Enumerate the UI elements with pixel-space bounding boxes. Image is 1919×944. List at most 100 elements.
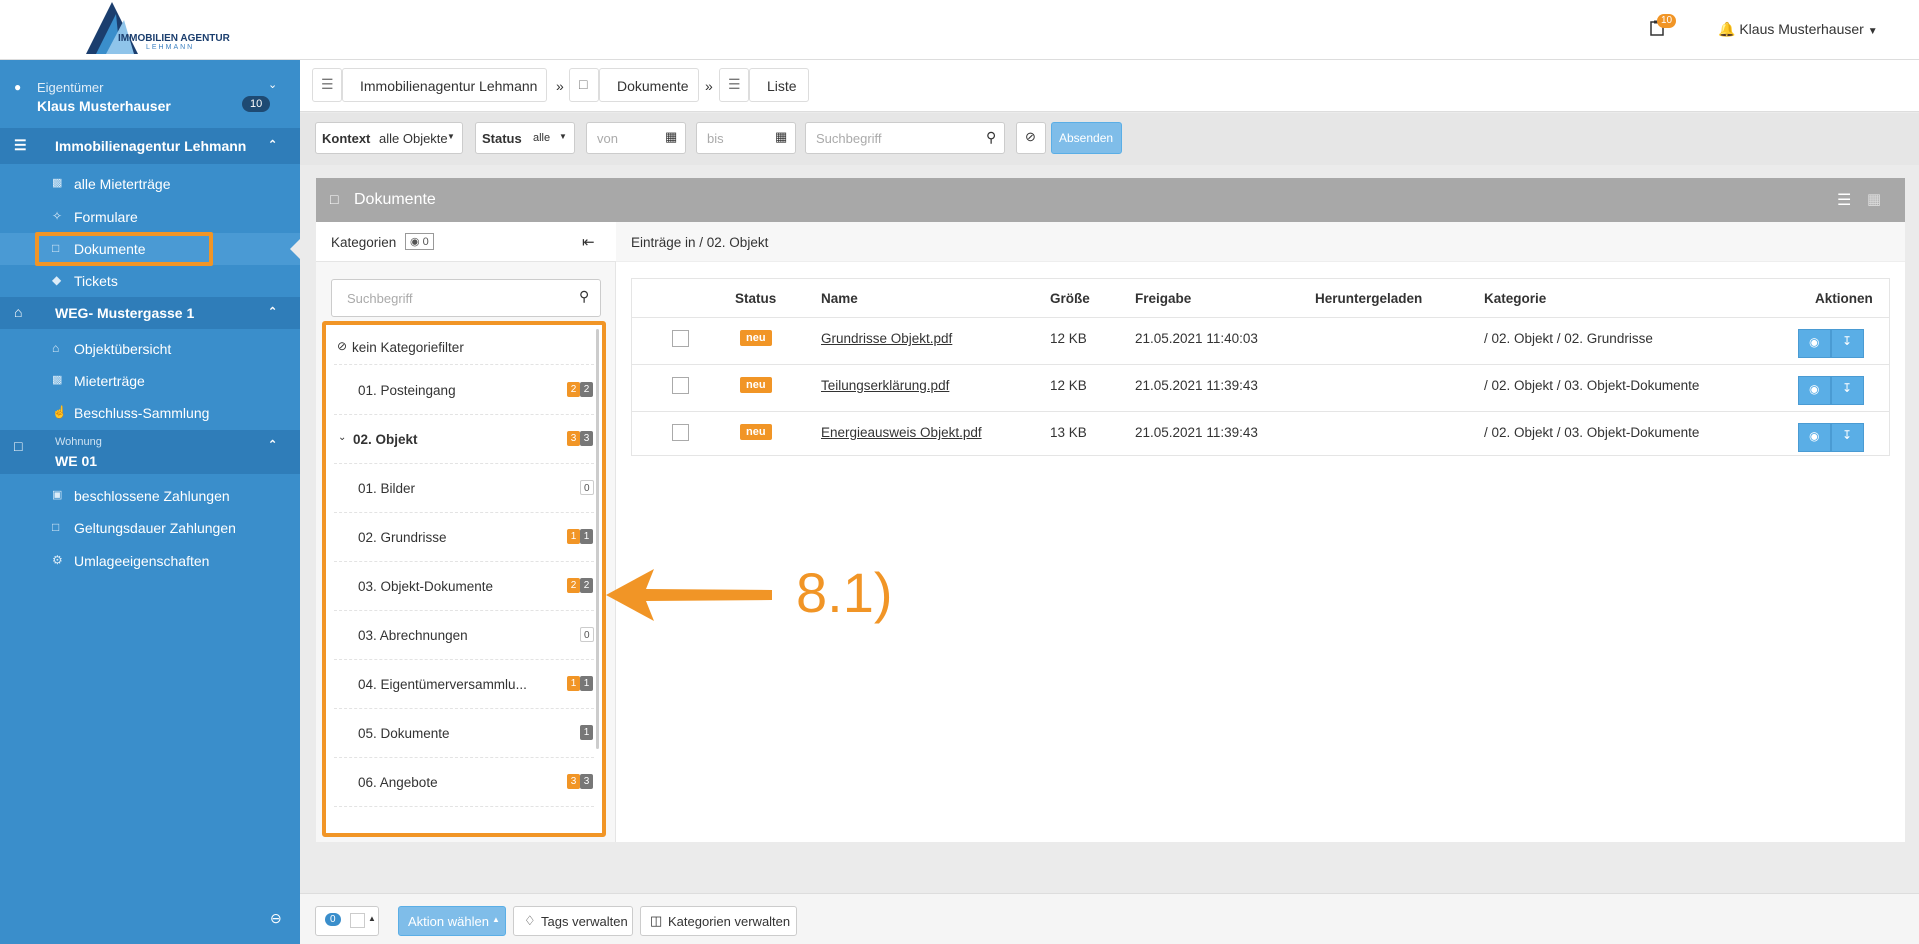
badge-count: 2: [580, 382, 593, 397]
select-all-checkbox[interactable]: [350, 913, 365, 928]
column-header-name[interactable]: Name: [821, 291, 858, 306]
kontext-label: Kontext: [322, 131, 371, 146]
badge-count: 1: [567, 676, 580, 691]
category-no-filter[interactable]: ⊘ kein Kategoriefilter: [334, 329, 594, 365]
chart-icon: ▩: [52, 374, 63, 386]
row-checkbox[interactable]: [672, 377, 689, 394]
table-row[interactable]: neu Teilungserklärung.pdf 12 KB 21.05.2021 …: [632, 364, 1889, 411]
category-search-input[interactable]: Suchbegriff ⚲: [331, 279, 601, 317]
column-header-category[interactable]: Kategorie: [1484, 291, 1546, 306]
category-item[interactable]: 03. Abrechnungen 0: [334, 611, 594, 660]
ban-icon: ⊘: [1025, 129, 1036, 144]
sidebar-item-tickets[interactable]: ◆ Tickets: [0, 265, 300, 297]
scrollbar[interactable]: [596, 329, 599, 749]
categories-label: Kategorien: [331, 235, 397, 250]
document-link[interactable]: Energieausweis Objekt.pdf: [821, 425, 982, 440]
collapse-sidebar-icon[interactable]: ⊖: [270, 910, 282, 927]
category-item[interactable]: 01. Bilder 0: [334, 464, 594, 513]
search-placeholder: Suchbegriff: [816, 131, 882, 146]
user-menu[interactable]: 🔔 Klaus Musterhauser ▼: [1718, 21, 1878, 38]
search-input[interactable]: Suchbegriff ⚲: [805, 122, 1005, 154]
sidebar-item-beschlossene-zahlungen[interactable]: ▣ beschlossene Zahlungen: [0, 480, 300, 512]
sidebar-item-formulare[interactable]: ✧ Formulare: [0, 201, 300, 233]
breadcrumb-item[interactable]: Dokumente: [599, 68, 699, 102]
sidebar-item-objektuebersicht[interactable]: ⌂ Objektübersicht: [0, 333, 300, 365]
document-link[interactable]: Teilungserklärung.pdf: [821, 378, 949, 393]
breadcrumb-separator: »: [556, 78, 564, 94]
download-button[interactable]: ↧: [1831, 376, 1864, 405]
submit-button[interactable]: Absenden: [1051, 122, 1122, 154]
list-icon[interactable]: ☰: [719, 68, 749, 102]
file-icon: □: [52, 520, 60, 534]
sidebar-item-umlageeigenschaften[interactable]: ⚙ Umlageeigenschaften: [0, 545, 300, 577]
table-row[interactable]: neu Energieausweis Objekt.pdf 13 KB 21.05.2…: [632, 411, 1889, 458]
database-icon[interactable]: ☰: [312, 68, 342, 102]
caret-up-icon: ▲: [492, 915, 500, 924]
status-value: alle: [533, 132, 551, 144]
annotation-label: 8.1): [796, 561, 893, 624]
category-item[interactable]: 01. Posteingang 2 2: [334, 366, 594, 415]
grid-view-icon[interactable]: ▦: [1867, 190, 1881, 208]
breadcrumb-item[interactable]: Immobilienagentur Lehmann: [342, 68, 547, 102]
sidebar-item-beschluss-sammlung[interactable]: ☝ Beschluss-Sammlung: [0, 397, 300, 429]
column-header-size[interactable]: Größe: [1050, 291, 1090, 306]
sidebar-item-mietertraege[interactable]: ▩ Mieterträge: [0, 365, 300, 397]
sidebar-section-immobilienagentur[interactable]: ☰ Immobilienagentur Lehmann ⌃: [0, 128, 300, 164]
download-button[interactable]: ↧: [1831, 329, 1864, 358]
action-select-button[interactable]: Aktion wählen ▲: [398, 906, 506, 936]
search-icon: ⚲: [579, 288, 590, 304]
select-all-control[interactable]: 0 ▲: [315, 906, 379, 936]
category-item[interactable]: 03. Objekt-Dokumente 2 2: [334, 562, 594, 611]
kontext-select[interactable]: Kontext alle Objekte ▼: [315, 122, 463, 154]
company-logo[interactable]: IMMOBILIEN AGENTUR LEHMANN: [84, 0, 230, 56]
status-select[interactable]: Status alle ▼: [475, 122, 575, 154]
category-label: 03. Abrechnungen: [358, 628, 468, 643]
sidebar-item-alle-mietertraege[interactable]: ▩ alle Mieterträge: [0, 168, 300, 200]
category-item[interactable]: 05. Dokumente 1: [334, 709, 594, 758]
category-count-badge: 1: [580, 725, 593, 741]
breadcrumb-item[interactable]: Liste: [749, 68, 809, 102]
view-button[interactable]: ◉: [1798, 423, 1831, 452]
view-button[interactable]: ◉: [1798, 376, 1831, 405]
ban-icon: ⊘: [337, 339, 348, 353]
category-item[interactable]: 02. Grundrisse 1 1: [334, 513, 594, 562]
submit-label: Absenden: [1059, 131, 1114, 145]
table-row[interactable]: neu Grundrisse Objekt.pdf 12 KB 21.05.2021 …: [632, 317, 1889, 364]
row-checkbox[interactable]: [672, 424, 689, 441]
reset-filter-button[interactable]: ⊘: [1016, 122, 1046, 154]
category-item[interactable]: ⌄ 02. Objekt 3 3: [334, 415, 594, 464]
sidebar-section-weg[interactable]: ⌂ WEG- Mustergasse 1 ⌃: [0, 297, 300, 329]
entries-header: Einträge in / 02. Objekt: [616, 222, 1905, 262]
document-link[interactable]: Grundrisse Objekt.pdf: [821, 331, 952, 346]
chevron-down-icon: ⌄: [338, 432, 347, 443]
eye-icon: ◉: [1809, 382, 1820, 396]
sidebar-section-wohnung[interactable]: □ Wohnung WE 01 ⌃: [0, 430, 300, 474]
view-button[interactable]: ◉: [1798, 329, 1831, 358]
collapse-categories-icon[interactable]: ⇤: [582, 233, 595, 251]
category-item[interactable]: 04. Eigentümerversammlu... 1 1: [334, 660, 594, 709]
date-from-input[interactable]: von ▦: [586, 122, 686, 154]
badge-count: 1: [567, 529, 580, 544]
manage-categories-button[interactable]: ◫ Kategorien verwalten: [640, 906, 797, 936]
status-badge: neu: [740, 424, 772, 440]
active-indicator-icon: [290, 239, 300, 259]
chevron-down-icon: ⌄: [268, 79, 278, 91]
list-view-icon[interactable]: ☰: [1837, 190, 1851, 210]
column-header-date[interactable]: Freigabe: [1135, 291, 1191, 306]
category-item[interactable]: 06. Angebote 3 3: [334, 758, 594, 807]
sidebar-user-block[interactable]: ● Eigentümer Klaus Musterhauser ⌄ 10: [0, 60, 300, 128]
date-to-input[interactable]: bis ▦: [696, 122, 796, 154]
eye-icon: ◉: [1809, 429, 1820, 443]
column-header-status[interactable]: Status: [735, 291, 776, 306]
sidebar-item-geltungsdauer-zahlungen[interactable]: □ Geltungsdauer Zahlungen: [0, 512, 300, 544]
column-header-downloaded[interactable]: Heruntergeladen: [1315, 291, 1422, 306]
download-button[interactable]: ↧: [1831, 423, 1864, 452]
manage-tags-button[interactable]: ♢ Tags verwalten: [513, 906, 633, 936]
badge-count: 3: [580, 431, 593, 446]
file-icon[interactable]: □: [569, 68, 599, 102]
home-icon: ⌂: [14, 304, 23, 320]
badge-count: 1: [580, 725, 593, 740]
badge-count: 3: [580, 774, 593, 789]
filter-bar: Kontext alle Objekte ▼ Status alle ▼ von…: [300, 113, 1919, 165]
row-checkbox[interactable]: [672, 330, 689, 347]
